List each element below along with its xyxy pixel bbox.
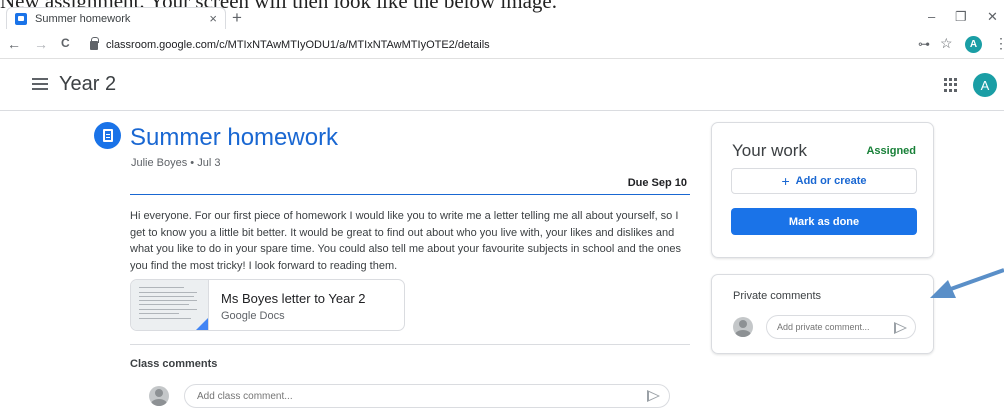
reload-button[interactable]: C: [61, 36, 70, 50]
assignment-meta: Julie Boyes • Jul 3: [131, 157, 221, 169]
assignment-title: Summer homework: [130, 124, 339, 151]
document-thumbnail: [131, 280, 209, 330]
your-work-title: Your work: [732, 141, 807, 160]
your-work-card: Your work Assigned + Add or create Mark …: [711, 122, 934, 258]
browser-toolbar: ← → C classroom.google.com/c/MTIxNTAwMTI…: [0, 31, 1004, 59]
mark-as-done-button[interactable]: Mark as done: [731, 208, 917, 235]
class-comments-heading: Class comments: [130, 358, 218, 370]
google-docs-corner-icon: [194, 318, 208, 330]
send-private-comment-icon[interactable]: [894, 322, 907, 334]
main-menu-icon[interactable]: [32, 78, 48, 90]
tab-title: Summer homework: [35, 12, 131, 25]
assignment-icon: [94, 122, 121, 149]
browser-profile-avatar[interactable]: A: [965, 36, 982, 53]
new-tab-button[interactable]: +: [232, 8, 242, 28]
due-date: Due Sep 10: [627, 177, 687, 189]
private-comments-heading: Private comments: [733, 290, 822, 302]
add-or-create-button[interactable]: + Add or create: [731, 168, 917, 194]
send-class-comment-icon[interactable]: [647, 390, 660, 402]
classroom-header: Year 2 A: [0, 60, 1004, 111]
assignment-instructions: Hi everyone. For our first piece of home…: [130, 210, 681, 272]
restore-window-button[interactable]: ❐: [955, 9, 967, 25]
user-avatar: [149, 386, 169, 406]
attachment-type: Google Docs: [221, 310, 285, 322]
close-window-button[interactable]: ✕: [987, 9, 998, 25]
classroom-favicon-icon: [15, 12, 27, 25]
minimize-window-button[interactable]: –: [928, 9, 935, 24]
class-comments-divider: [130, 344, 690, 345]
url-text: classroom.google.com/c/MTIxNTAwMTIyODU1/…: [106, 39, 490, 51]
browser-tab-bar: Summer homework × + – ❐ ✕: [0, 7, 1004, 29]
plus-icon: +: [781, 173, 790, 189]
user-avatar: [733, 317, 753, 337]
key-icon[interactable]: ⊶: [918, 37, 930, 51]
annotation-arrow-icon: [930, 268, 1004, 298]
address-bar[interactable]: classroom.google.com/c/MTIxNTAwMTIyODU1/…: [90, 34, 970, 56]
attachment-card[interactable]: Ms Boyes letter to Year 2 Google Docs: [130, 279, 405, 331]
forward-button[interactable]: →: [34, 36, 48, 52]
account-avatar[interactable]: A: [973, 73, 997, 97]
browser-tab[interactable]: Summer homework ×: [6, 7, 226, 29]
class-comment-input[interactable]: [184, 384, 670, 408]
attachment-title: Ms Boyes letter to Year 2: [221, 291, 366, 306]
private-comments-card: Private comments: [711, 274, 934, 354]
close-tab-icon[interactable]: ×: [209, 11, 217, 26]
add-or-create-label: Add or create: [795, 175, 867, 187]
lock-icon: [90, 36, 99, 50]
class-name[interactable]: Year 2: [59, 73, 116, 96]
bookmark-star-icon[interactable]: ☆: [940, 35, 953, 52]
title-divider: [130, 194, 690, 195]
browser-menu-icon[interactable]: ⋮: [994, 35, 1004, 52]
google-apps-icon[interactable]: [944, 78, 958, 92]
back-button[interactable]: ←: [7, 36, 21, 52]
status-badge: Assigned: [866, 145, 916, 157]
